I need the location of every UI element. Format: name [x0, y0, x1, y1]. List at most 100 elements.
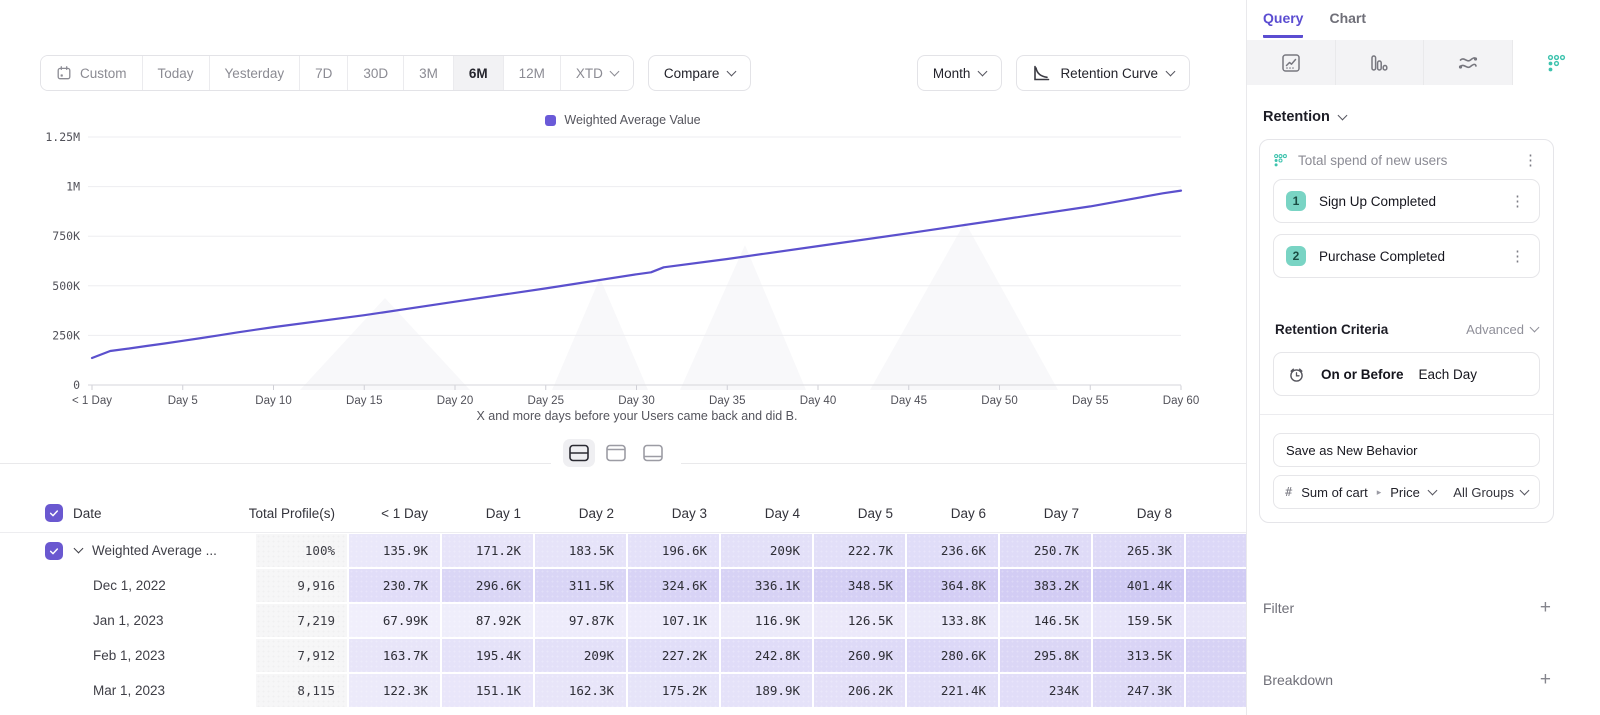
svg-text:Day 50: Day 50	[981, 395, 1017, 407]
chart-focus-view-button[interactable]	[600, 439, 632, 467]
svg-text:Day 60: Day 60	[1163, 395, 1199, 407]
criteria-condition-card[interactable]: On or Before Each Day	[1273, 352, 1540, 396]
range-6m[interactable]: 6M	[454, 56, 504, 90]
step-sign-up-completed[interactable]: 1Sign Up Completed⋮	[1273, 179, 1540, 223]
day-cell-wrap: 280.6K	[906, 638, 999, 673]
day-cell-wrap: 364.8K	[906, 568, 999, 603]
advanced-dropdown[interactable]: Advanced	[1466, 322, 1538, 337]
alarm-clock-icon	[1287, 365, 1306, 384]
table-row-jan-1-2023[interactable]: Jan 1, 20237,21967.99K87.92K97.87K107.1K…	[0, 603, 1246, 638]
day-cell-day-6: 364.8K	[907, 569, 998, 602]
granularity-dropdown[interactable]: Month	[917, 55, 1003, 91]
chevron-down-icon	[1520, 485, 1530, 495]
retention-analytics-app: Custom Today Yesterday 7D 30D3M6M 12M XTD Comp…	[0, 0, 1600, 715]
range-custom[interactable]: Custom	[41, 56, 143, 90]
x-axis-caption: X and more days before your Users came b…	[14, 409, 1246, 423]
day-cell-wrap: 230.7K	[348, 568, 441, 603]
calendar-icon	[56, 65, 72, 81]
kebab-menu-icon[interactable]: ⋮	[1521, 153, 1540, 168]
save-as-new-behavior-label: Save as New Behavior	[1286, 443, 1418, 458]
table-row-mar-1-2023[interactable]: Mar 1, 20238,115122.3K151.1K162.3K175.2K…	[0, 673, 1246, 708]
day-header-day-3: Day 3	[627, 506, 720, 521]
chevron-down-icon[interactable]	[74, 544, 84, 554]
insights-chart-tab[interactable]	[1247, 40, 1336, 85]
total-profiles-header: Total Profile(s)	[255, 506, 348, 521]
day-cell-wrap: 324.6K	[627, 568, 720, 603]
bar-chart-tab[interactable]	[1336, 40, 1425, 85]
retention-criteria-label: Retention Criteria	[1275, 322, 1388, 337]
range-xtd[interactable]: XTD	[561, 56, 633, 90]
breakdown-row: Breakdown +	[1263, 670, 1551, 689]
row-checkbox[interactable]	[45, 542, 63, 560]
table-row-dec-1-2022[interactable]: Dec 1, 20229,916230.7K296.6K311.5K324.6K…	[0, 568, 1246, 603]
total-cell-wrap: 100%	[255, 533, 348, 568]
day-cell-wrap: 265.3K	[1092, 533, 1185, 568]
groups-label: All Groups	[1453, 485, 1514, 500]
tab-chart[interactable]: Chart	[1329, 10, 1366, 38]
range-12m[interactable]: 12M	[504, 56, 561, 90]
table-focus-view-button[interactable]	[637, 439, 669, 467]
day-cell-wrap: 196.6K	[627, 533, 720, 568]
add-breakdown-button[interactable]: +	[1540, 670, 1551, 689]
day-cell-clipped	[1186, 639, 1246, 672]
day-cell-day-5: 222.7K	[814, 534, 905, 567]
split-half-view-button[interactable]	[563, 439, 595, 467]
behavior-card: Total spend of new users ⋮ 1Sign Up Comp…	[1259, 139, 1554, 523]
retention-grid-tab[interactable]	[1513, 40, 1600, 85]
day-cell-day-5: 260.9K	[814, 639, 905, 672]
compare-button[interactable]: Compare	[648, 55, 752, 91]
day-cell-wrap: 126.5K	[813, 603, 906, 638]
chevron-down-icon	[978, 66, 988, 76]
day-cell-day-4: 336.1K	[721, 569, 812, 602]
svg-text:Day 5: Day 5	[168, 395, 198, 407]
row-label: Weighted Average ...	[92, 543, 217, 558]
total-profiles-cell: 7,219	[256, 604, 347, 637]
step-purchase-completed[interactable]: 2Purchase Completed⋮	[1273, 234, 1540, 278]
row-date-cell: Jan 1, 2023	[0, 603, 255, 638]
day-cell-day-7: 383.2K	[1000, 569, 1091, 602]
day-cell-wrap: 159.5K	[1092, 603, 1185, 638]
day-cell-wrap: 401.4K	[1092, 568, 1185, 603]
range-label: 7D	[315, 66, 332, 81]
row-date-cell: Mar 1, 2023	[0, 673, 255, 708]
compare-label: Compare	[664, 66, 720, 81]
range-30d[interactable]: 30D	[348, 56, 404, 90]
range-today[interactable]: Today	[143, 56, 210, 90]
day-cell-wrap: 87.92K	[441, 603, 534, 638]
day-cell-day-4: 242.8K	[721, 639, 812, 672]
save-as-new-behavior-button[interactable]: Save as New Behavior	[1273, 433, 1540, 467]
chart-focus-view-icon	[605, 444, 627, 462]
svg-text:1.25M: 1.25M	[45, 130, 80, 144]
chart-type-dropdown[interactable]: Retention Curve	[1016, 55, 1190, 91]
tab-query[interactable]: Query	[1263, 10, 1303, 38]
behavior-steps: 1Sign Up Completed⋮ 2Purchase Completed⋮	[1273, 179, 1540, 278]
range-yesterday[interactable]: Yesterday	[210, 56, 301, 90]
day-cell-clipped	[1186, 674, 1246, 707]
day-cell-day-7: 250.7K	[1000, 534, 1091, 567]
range-label: 12M	[519, 66, 545, 81]
table-row-feb-1-2023[interactable]: Feb 1, 20237,912163.7K195.4K209K227.2K24…	[0, 638, 1246, 673]
flows-chart-tab[interactable]	[1424, 40, 1513, 85]
row-label: Mar 1, 2023	[93, 683, 165, 698]
day-cell-partial	[1185, 533, 1246, 568]
day-cell-day-3: 107.1K	[628, 604, 719, 637]
range-7d[interactable]: 7D	[300, 56, 348, 90]
range-3m[interactable]: 3M	[404, 56, 454, 90]
svg-text:0: 0	[73, 378, 80, 392]
retention-section-dropdown[interactable]: Retention	[1263, 109, 1584, 125]
kebab-menu-icon[interactable]: ⋮	[1508, 249, 1527, 264]
svg-text:< 1 Day: < 1 Day	[72, 395, 112, 407]
step-number-badge: 1	[1286, 191, 1306, 211]
day-cell-day-6: 280.6K	[907, 639, 998, 672]
table-row-weighted-average[interactable]: Weighted Average ...100%135.9K171.2K183.…	[0, 533, 1246, 568]
legend-label: Weighted Average Value	[564, 113, 700, 127]
retention-section-label: Retention	[1263, 109, 1330, 125]
measure-dropdown[interactable]: # Sum of cart ▸ Price All Groups	[1273, 475, 1540, 509]
day-cell-day-5: 348.5K	[814, 569, 905, 602]
select-all-checkbox[interactable]	[45, 504, 63, 522]
range-label: Today	[158, 66, 194, 81]
day-cell-day-7: 234K	[1000, 674, 1091, 707]
add-filter-button[interactable]: +	[1540, 598, 1551, 617]
kebab-menu-icon[interactable]: ⋮	[1508, 194, 1527, 209]
groups-dropdown[interactable]: All Groups	[1453, 485, 1528, 500]
